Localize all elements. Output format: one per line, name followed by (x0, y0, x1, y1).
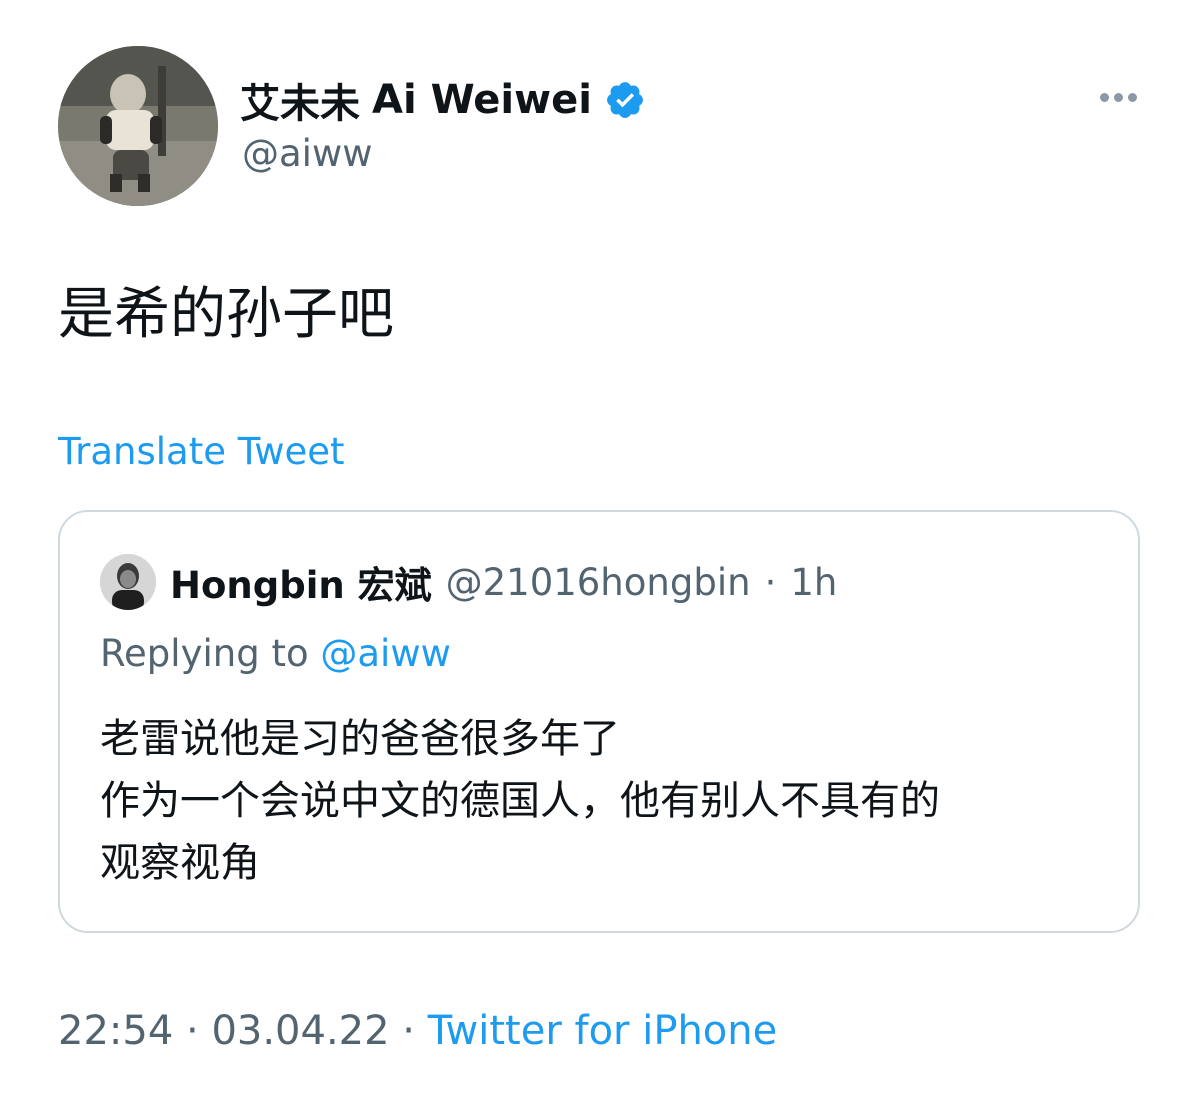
quoted-text-line: 作为一个会说中文的德国人，他有别人不具有的 (100, 778, 940, 824)
tweet-text: 是希的孙子吧 (58, 282, 394, 347)
tweet-timestamp: 22:54 · 03.04.22 · Twitter for iPhone (58, 1008, 777, 1054)
more-dot (1113, 92, 1123, 102)
author-name[interactable]: 艾未未 Ai Weiwei (240, 68, 646, 132)
replying-to-label: Replying to (100, 632, 309, 675)
replying-to-handle[interactable]: @aiww (320, 632, 450, 675)
quoted-tweet-text: 老雷说他是习的爸爸很多年了 作为一个会说中文的德国人，他有别人不具有的 观察视角 (100, 708, 1110, 894)
tweet-source-link[interactable]: Twitter for iPhone (428, 1008, 778, 1054)
quoted-separator: · (764, 560, 777, 604)
quoted-author-avatar-photo (100, 554, 156, 610)
quoted-text-line: 老雷说他是习的爸爸很多年了 (100, 716, 620, 762)
quoted-author-name[interactable]: Hongbin 宏斌 (170, 555, 432, 609)
verified-badge-icon (606, 82, 643, 118)
author-name-chinese: 艾未未 (240, 81, 360, 127)
more-dot (1127, 92, 1137, 102)
author-name-english: Ai Weiwei (372, 77, 592, 123)
tweet-time[interactable]: 22:54 (58, 1008, 173, 1054)
replying-to-line: Replying to @aiww (100, 632, 451, 675)
tweet-date[interactable]: 03.04.22 (211, 1008, 389, 1054)
author-avatar[interactable] (58, 46, 218, 206)
quoted-text-line: 观察视角 (100, 840, 260, 886)
quoted-author-handle[interactable]: @21016hongbin (446, 561, 751, 604)
timestamp-separator: · (186, 1008, 199, 1054)
translate-tweet-link[interactable]: Translate Tweet (58, 430, 345, 473)
quoted-tweet-header: Hongbin 宏斌 @21016hongbin · 1h (170, 552, 837, 612)
author-handle[interactable]: @aiww (242, 132, 372, 175)
more-options-icon[interactable] (1088, 80, 1148, 114)
quoted-tweet-card[interactable]: Hongbin 宏斌 @21016hongbin · 1h Replying t… (58, 510, 1140, 933)
quoted-author-avatar[interactable] (100, 554, 156, 610)
more-dot (1099, 92, 1109, 102)
timestamp-separator: · (402, 1008, 415, 1054)
quoted-time: 1h (790, 560, 838, 604)
author-avatar-photo (58, 46, 218, 206)
